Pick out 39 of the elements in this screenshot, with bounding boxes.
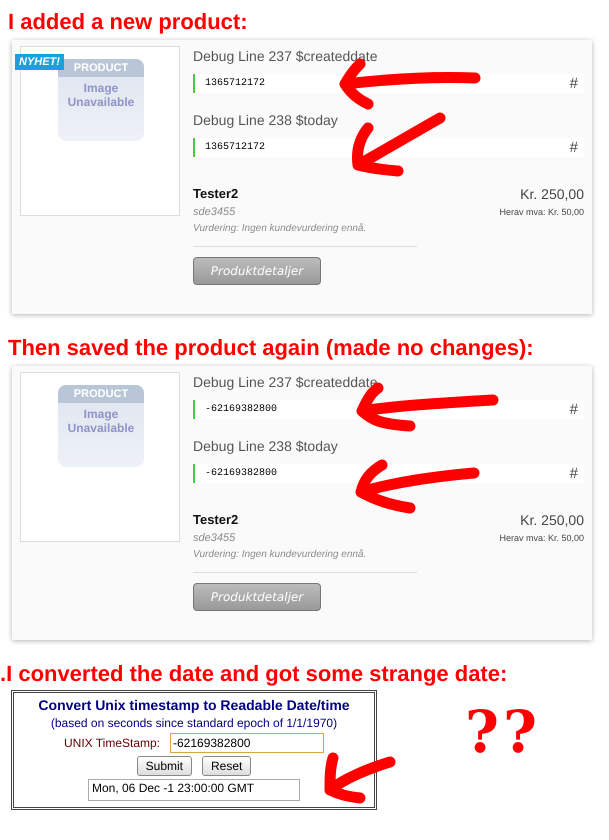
form-button[interactable]: Reset bbox=[202, 756, 252, 776]
converter-title: Convert Unix timestamp to Readable Date/time bbox=[38, 697, 350, 713]
form-button[interactable]: Submit bbox=[136, 756, 192, 776]
result-field: Mon, 06 Dec -1 23:00:00 GMT bbox=[88, 779, 300, 801]
rating-text: Vurdering: Ingen kundevurdering ennå. bbox=[193, 223, 366, 234]
product-sku: sde3455 bbox=[193, 532, 236, 544]
hash-text: # bbox=[570, 401, 578, 418]
hash-text: # bbox=[570, 75, 578, 92]
annotation-caption: Then saved the product again (made no changes): bbox=[7, 334, 535, 362]
product-price: Kr. 250,00 bbox=[520, 512, 584, 528]
debug-label: Debug Line 238 $today bbox=[193, 438, 339, 456]
placeholder-text: Image Unavailable bbox=[66, 80, 136, 109]
placeholder-label: PRODUCT bbox=[58, 59, 144, 77]
debug-label: Debug Line 238 $today bbox=[193, 112, 339, 130]
annotation-caption: I added a new product: bbox=[7, 8, 249, 36]
debug-value: -62169382800 bbox=[205, 468, 278, 479]
question-marks-scribble: ?? bbox=[465, 698, 541, 766]
hash-text: # bbox=[570, 465, 578, 482]
annotation-caption: .I converted the date and got some strange date: bbox=[0, 660, 508, 688]
debug-value: 1365712172 bbox=[205, 78, 266, 89]
vat-text: Herav mva: Kr. 50,00 bbox=[499, 207, 584, 217]
product-price: Kr. 250,00 bbox=[520, 186, 584, 202]
debug-value: -62169382800 bbox=[205, 404, 278, 415]
vat-text: Herav mva: Kr. 50,00 bbox=[499, 533, 584, 543]
product-name: Tester2 bbox=[193, 512, 240, 527]
product-name: Tester2 bbox=[193, 186, 240, 201]
arrow-drawing bbox=[324, 752, 396, 804]
debug-label: Debug Line 237 $createddate bbox=[193, 48, 378, 66]
converter-subtitle: (based on seconds since standard epoch of 1/1/1970) bbox=[50, 716, 338, 730]
hash-text: # bbox=[570, 139, 578, 156]
placeholder-label: PRODUCT bbox=[58, 385, 144, 403]
debug-value: 1365712172 bbox=[205, 142, 266, 153]
new-badge: NYHET! bbox=[15, 54, 64, 70]
timestamp-field[interactable]: -62169382800 bbox=[170, 733, 324, 753]
placeholder-text: Image Unavailable bbox=[66, 406, 136, 435]
debug-label: Debug Line 237 $createddate bbox=[193, 374, 378, 392]
product-sku: sde3455 bbox=[193, 206, 236, 218]
rating-text: Vurdering: Ingen kundevurdering ennå. bbox=[193, 549, 366, 560]
timestamp-label: UNIX TimeStamp: bbox=[64, 736, 160, 750]
